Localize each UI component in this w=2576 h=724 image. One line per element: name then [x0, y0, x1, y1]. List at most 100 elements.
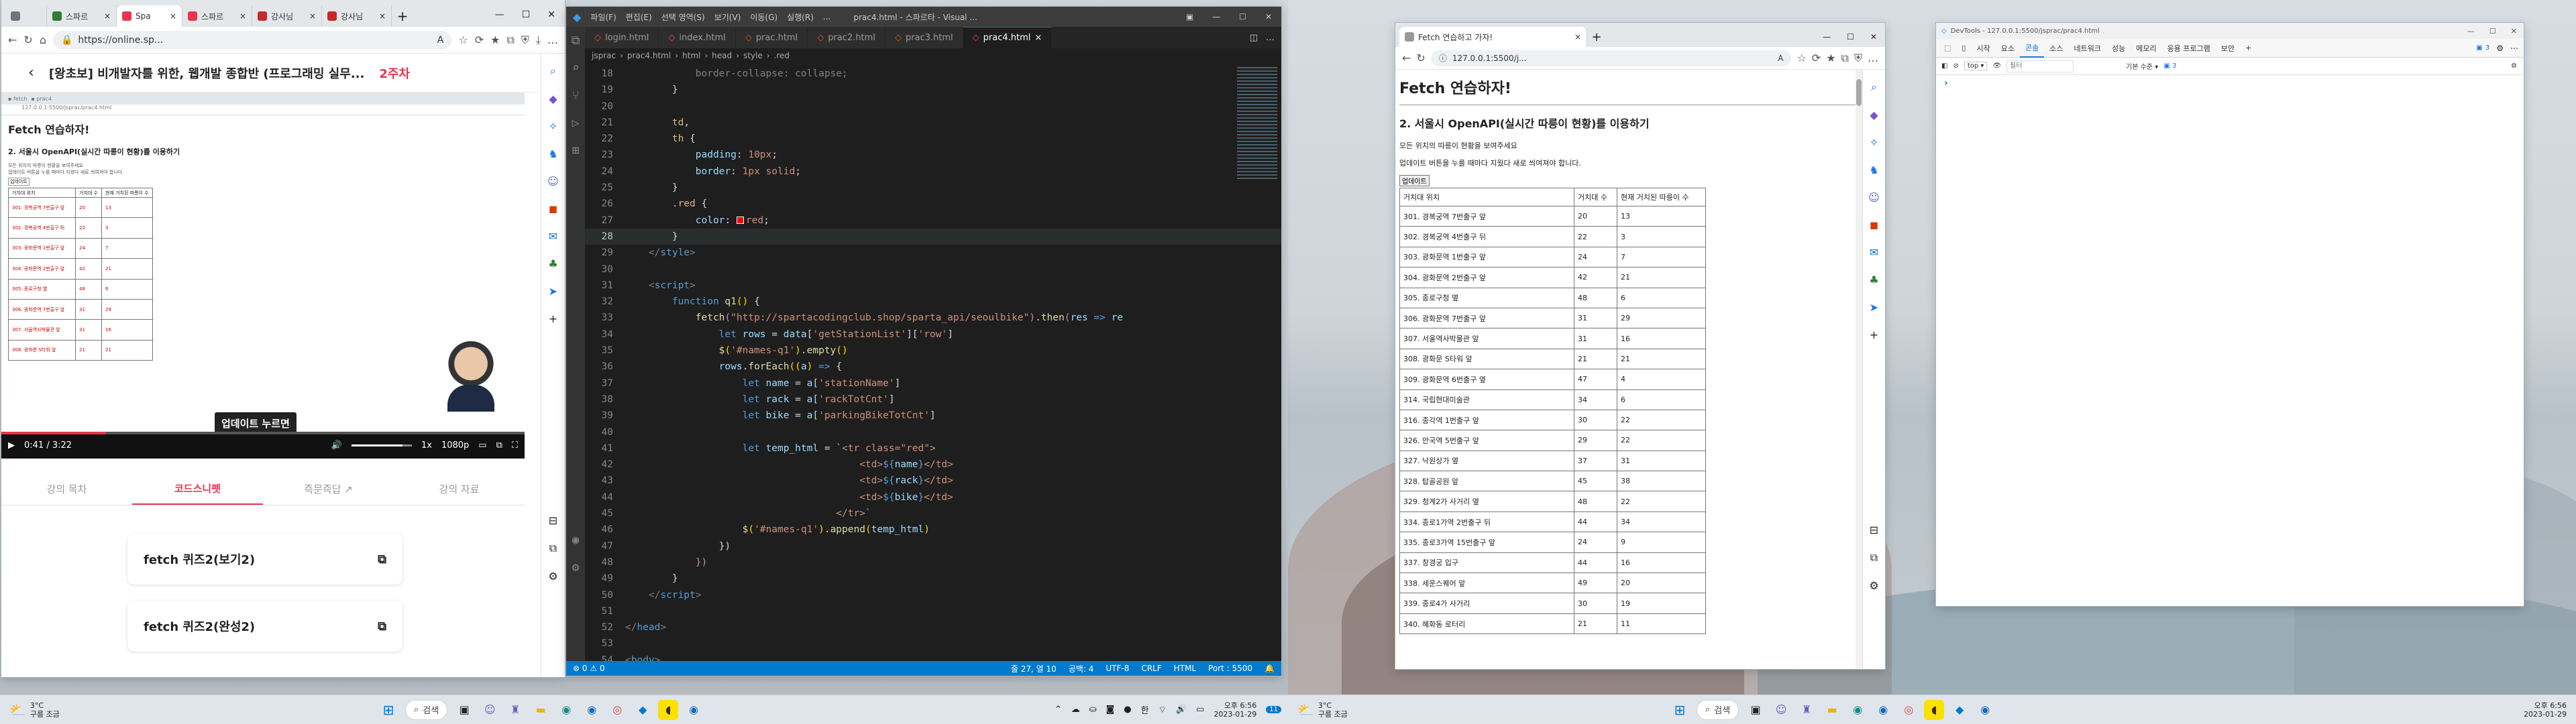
tools-icon[interactable]: ✧ — [549, 120, 557, 133]
edge-dev-icon[interactable]: ◉ — [1873, 700, 1893, 720]
taskbar-search[interactable]: ⌕ 검색 — [405, 699, 448, 720]
update-button[interactable]: 업데이트 — [1399, 175, 1430, 186]
tab-qna[interactable]: 즉문즉답 ↗ — [263, 473, 394, 505]
tab-console[interactable]: 콘솔 — [2019, 39, 2045, 58]
status-language[interactable]: HTML — [1174, 664, 1196, 673]
level-select[interactable]: 기본 수준 ▾ — [2126, 61, 2158, 71]
devtools-more-icon[interactable]: ⋯ — [2510, 44, 2524, 53]
teams-icon[interactable]: ♜ — [1796, 700, 1817, 720]
snippet-card[interactable]: fetch 퀴즈2(보기2) ⧉ — [127, 534, 402, 585]
search-icon[interactable]: ⌕ — [550, 64, 556, 78]
settings-icon[interactable]: ⚙ — [548, 570, 557, 583]
shield-icon[interactable]: ⛨ — [1854, 52, 1862, 65]
clock[interactable]: 오후 6:56 2023-01-29 — [2524, 701, 2576, 719]
camera-icon[interactable]: ◙ — [1106, 705, 1115, 715]
edge-canary-icon[interactable]: ◉ — [684, 700, 704, 720]
layout-icon[interactable]: ▣ — [1186, 12, 1193, 21]
read-aloud-icon[interactable]: A — [1778, 54, 1783, 63]
notification-badge[interactable]: 11 — [1266, 706, 1281, 713]
kakaotalk-icon[interactable]: ◖ — [1924, 699, 1945, 720]
weather-widget[interactable]: ⛅ 3°C 구름 조금 — [1288, 701, 1667, 719]
add-icon[interactable]: + — [549, 312, 557, 325]
breadcrumb-item[interactable]: style — [743, 51, 763, 60]
volume-slider[interactable] — [351, 444, 412, 446]
menu-more[interactable]: ... — [823, 12, 830, 21]
menu-edit[interactable]: 편집(E) — [626, 11, 652, 23]
download-icon[interactable]: ⤓ — [536, 34, 541, 47]
tab-elements[interactable]: 요소 — [1996, 39, 2020, 58]
manage-gear-icon[interactable]: ⚙ — [572, 560, 580, 575]
play-icon[interactable]: ▶ — [8, 440, 15, 450]
split-editor-icon[interactable]: ◫ — [1250, 33, 1258, 43]
taskbar-search[interactable]: ⌕ 검색 — [1697, 699, 1739, 720]
start-icon[interactable]: ⊞ — [378, 700, 398, 720]
volume-icon[interactable]: 🔊 — [1176, 705, 1187, 715]
tab-memory[interactable]: 메모리 — [2131, 39, 2161, 58]
record-icon[interactable]: ● — [1124, 705, 1131, 715]
tree-icon[interactable]: ♣ — [1869, 274, 1878, 286]
extensions-icon[interactable]: ⊞ — [572, 143, 580, 158]
close-icon[interactable]: ✕ — [1870, 32, 1877, 42]
status-problems[interactable]: ⊗ 0 ⚠ 0 — [573, 664, 605, 673]
address-bar[interactable]: 🔒 https://online.sp... A — [52, 30, 452, 50]
source-control-icon[interactable]: ⑂ — [572, 88, 580, 103]
menu-selection[interactable]: 선택 영역(S) — [661, 11, 705, 23]
browser-tab[interactable] — [5, 5, 47, 27]
browser-tab[interactable]: 강사님 × — [322, 5, 392, 27]
tab-materials[interactable]: 강의 자료 — [394, 473, 525, 505]
browser-tab-active[interactable]: Spa × — [117, 5, 182, 27]
editor-tab[interactable]: ◇ index.html — [659, 27, 736, 48]
teams-icon[interactable]: ☺ — [547, 175, 559, 188]
account-icon[interactable]: ◉ — [572, 533, 580, 547]
maximize-icon[interactable]: ☐ — [2489, 27, 2496, 36]
minimize-icon[interactable]: — — [1823, 32, 1831, 42]
subtitle-icon[interactable]: ▭ — [478, 440, 486, 450]
favorite-icon[interactable]: ☆ — [458, 34, 468, 46]
battery-icon[interactable]: ▭ — [1196, 705, 1204, 715]
more-tabs-icon[interactable]: + — [2240, 39, 2257, 58]
chrome-icon[interactable]: ◎ — [607, 700, 627, 720]
status-encoding[interactable]: UTF-8 — [1106, 664, 1129, 673]
breadcrumb-item[interactable]: jsprac — [592, 51, 616, 60]
copy-icon[interactable]: ⧉ — [378, 552, 386, 566]
device-toolbar-icon[interactable]: ▯ — [1956, 39, 1971, 58]
teams-icon[interactable]: ♜ — [505, 700, 525, 720]
sidebar-layout-icon[interactable]: ⊟ — [549, 514, 557, 527]
tab-security[interactable]: 보안 — [2216, 39, 2240, 58]
clear-console-icon[interactable]: ⊘ — [1953, 62, 1958, 70]
refresh-icon[interactable]: ↻ — [1416, 52, 1425, 64]
close-icon[interactable]: ✕ — [547, 9, 555, 20]
back-chevron-icon[interactable]: ‹ — [28, 64, 34, 81]
page-scrollbar[interactable] — [1856, 70, 1862, 669]
edge-icon[interactable]: ◉ — [1847, 700, 1868, 720]
status-position[interactable]: 줄 27, 열 10 — [1011, 663, 1057, 674]
sidebar-layout-icon[interactable]: ⊟ — [1870, 524, 1878, 536]
editor-tab[interactable]: ◇ prac.html — [735, 27, 808, 48]
wifi-icon[interactable]: ⌔ — [1159, 705, 1167, 715]
favorites-list-icon[interactable]: ★ — [490, 34, 500, 46]
minimize-icon[interactable]: — — [1212, 12, 1220, 21]
tag-icon[interactable]: ◆ — [549, 93, 557, 105]
volume-icon[interactable]: 🔊 — [331, 440, 342, 450]
external-icon[interactable]: ⧉ — [549, 542, 557, 555]
explorer-icon[interactable]: ⧉ — [572, 34, 580, 48]
chrome-icon[interactable]: ◎ — [1898, 700, 1919, 720]
status-eol[interactable]: CRLF — [1141, 664, 1161, 673]
edge-icon[interactable]: ◉ — [556, 700, 576, 720]
copy-icon[interactable]: ⧉ — [378, 619, 386, 634]
tab-sources[interactable]: 소스 — [2044, 39, 2068, 58]
video-player[interactable]: ▪ fetch ▪ prac4 127.0.0.1:5500/jsprac/pra… — [1, 93, 525, 434]
console-filter-input[interactable] — [2006, 60, 2074, 72]
favorites-list-icon[interactable]: ★ — [1826, 52, 1835, 64]
tab-network[interactable]: 네트워크 — [2068, 39, 2106, 58]
games-icon[interactable]: ♞ — [548, 147, 557, 160]
vscode-icon[interactable]: ◆ — [633, 700, 653, 720]
add-icon[interactable]: + — [1870, 328, 1878, 341]
send-icon[interactable]: ➤ — [549, 285, 557, 298]
refresh-extension-icon[interactable]: ⟳ — [475, 34, 484, 46]
shield-icon[interactable]: ⛨ — [521, 34, 529, 47]
issues-badge[interactable]: ▣ 3 — [2476, 44, 2489, 52]
sidebar-toggle-icon[interactable]: ◧ — [1941, 62, 1947, 70]
editor-tab-active[interactable]: ◇ prac4.html × — [963, 27, 1053, 48]
fullscreen-icon[interactable]: ⛶ — [512, 440, 518, 450]
